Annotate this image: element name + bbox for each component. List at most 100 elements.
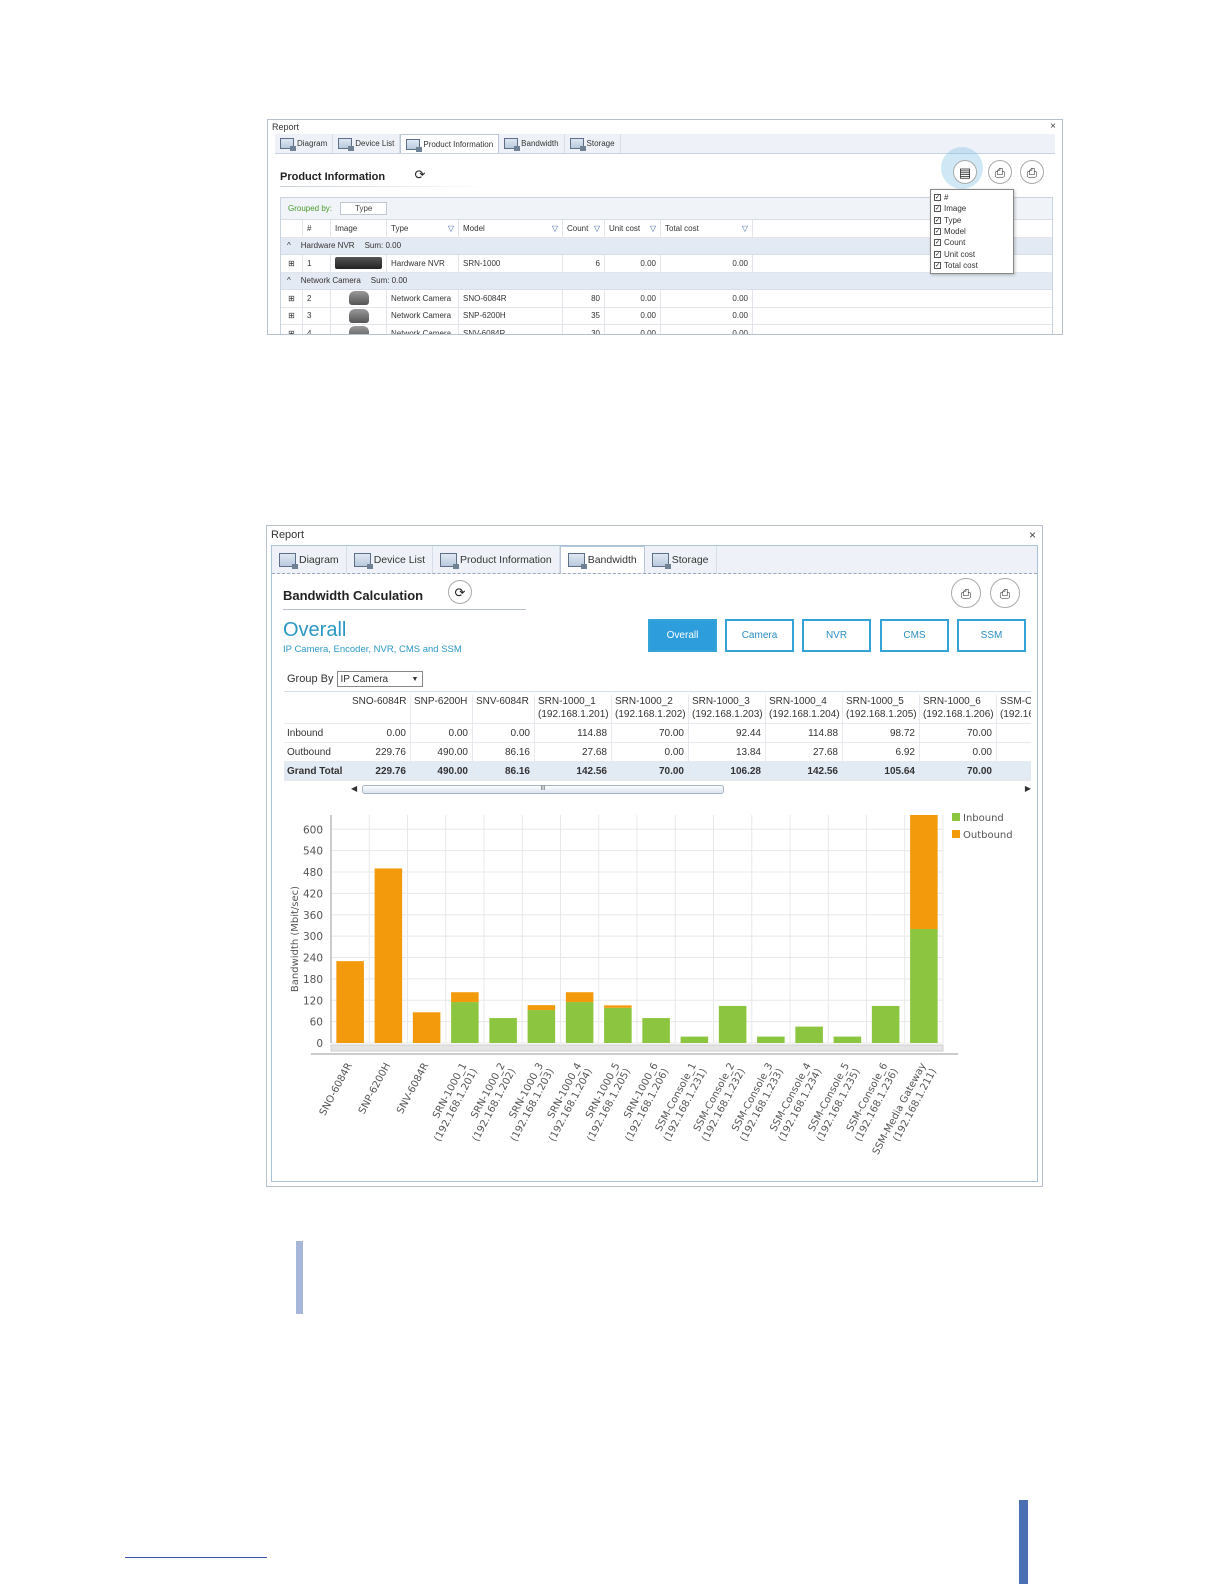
tab-label: Diagram <box>299 553 339 566</box>
refresh-button[interactable]: ⟳ <box>408 162 432 186</box>
tab-device-list[interactable]: Device List <box>333 134 401 153</box>
tab-bandwidth[interactable]: Bandwidth <box>559 546 645 573</box>
tab-label: Bandwidth <box>521 139 559 148</box>
checkbox-checked-icon[interactable]: ✓ <box>934 216 941 224</box>
tab-icon <box>338 138 355 151</box>
column-header[interactable]: Unit cost ▽ <box>605 220 661 237</box>
checkbox-checked-icon[interactable]: ✓ <box>934 261 941 269</box>
tab-device-list[interactable]: Device List <box>347 546 434 573</box>
filter-icon[interactable]: ▽ <box>448 224 454 233</box>
scroll-right-icon[interactable]: ▶ <box>1025 784 1031 793</box>
column-header[interactable]: # <box>303 220 331 237</box>
column-header[interactable]: SRN-1000_2 (192.168.1.202) <box>612 695 689 723</box>
filter-icon[interactable]: ▽ <box>552 224 558 233</box>
print-button[interactable]: ⎙ <box>990 578 1020 608</box>
checkbox-checked-icon[interactable]: ✓ <box>934 250 941 258</box>
refresh-button[interactable]: ⟳ <box>448 580 472 604</box>
filter-icon[interactable]: ▽ <box>650 224 656 233</box>
row-expander[interactable]: ⊞ <box>281 325 303 334</box>
row-image <box>331 307 387 324</box>
column-header[interactable]: SRN-1000_3 (192.168.1.203) <box>689 695 766 723</box>
column-header[interactable]: SRN-1000_5 (192.168.1.205) <box>843 695 920 723</box>
expand-icon[interactable]: ⊞ <box>288 311 295 320</box>
table-row[interactable]: ⊞ 2 Network Camera SNO-6084R 80 0.00 0.00 <box>281 290 1052 308</box>
column-header[interactable]: SRN-1000_1 (192.168.1.201) <box>535 695 612 723</box>
tab-storage[interactable]: Storage <box>645 546 717 573</box>
column-chooser-label: Type <box>944 215 962 225</box>
column-header[interactable]: SRN-1000_6 (192.168.1.206) <box>920 695 997 723</box>
export-button[interactable]: ⎙ <box>951 578 981 608</box>
checkbox-checked-icon[interactable]: ✓ <box>934 239 941 247</box>
scroll-left-icon[interactable]: ◀ <box>351 784 357 793</box>
filter-icon[interactable]: ▽ <box>594 224 600 233</box>
scroll-thumb[interactable]: III <box>362 785 724 794</box>
column-header[interactable]: SNV-6084R <box>473 695 535 723</box>
column-header[interactable]: SSM-Co (192.16 <box>997 695 1031 723</box>
row-expander[interactable]: ⊞ <box>281 255 303 272</box>
row-number-value: 1 <box>307 258 312 268</box>
column-header[interactable]: SNP-6200H <box>411 695 473 723</box>
column-header[interactable]: SRN-1000_4 (192.168.1.204) <box>766 695 843 723</box>
bar-inbound <box>833 1036 862 1043</box>
tab-bandwidth[interactable]: Bandwidth <box>499 134 565 153</box>
row-expander[interactable]: ⊞ <box>281 307 303 324</box>
filter-icon[interactable]: ▽ <box>742 224 748 233</box>
tab-icon <box>504 138 521 151</box>
tab-icon <box>406 138 423 152</box>
table-row[interactable]: ⊞ 3 Network Camera SNP-6200H 35 0.00 0.00 <box>281 307 1052 325</box>
column-chooser-item[interactable]: ✓ Model <box>934 226 1010 237</box>
checkbox-checked-icon[interactable]: ✓ <box>934 194 941 202</box>
column-header[interactable]: Model ▽ <box>459 220 563 237</box>
group-row[interactable]: ^ Network Camera Sum: 0.00 <box>281 272 1052 290</box>
column-header[interactable]: Image <box>331 220 387 237</box>
checkbox-checked-icon[interactable]: ✓ <box>934 205 941 213</box>
column-chooser-item[interactable]: ✓ Unit cost <box>934 248 1010 259</box>
filter-camera-button[interactable]: Camera <box>725 619 794 652</box>
column-chooser-item[interactable]: ✓ # <box>934 192 1010 203</box>
tab-diagram[interactable]: Diagram <box>275 134 334 153</box>
chart-scrollbar[interactable] <box>330 1044 944 1052</box>
tab-diagram[interactable]: Diagram <box>272 546 347 573</box>
export-button[interactable]: ⎙ <box>988 160 1012 184</box>
page-title: Bandwidth Calculation <box>283 588 424 603</box>
tab-storage[interactable]: Storage <box>565 134 621 153</box>
column-chooser-item[interactable]: ✓ Count <box>934 237 1010 248</box>
collapse-icon[interactable]: ^ <box>287 241 291 250</box>
close-icon[interactable]: × <box>1029 526 1036 544</box>
filter-overall-button[interactable]: Overall <box>648 619 717 652</box>
product-information-report-window: Report × Diagram Device List Product Infor… <box>267 119 1063 335</box>
collapse-icon[interactable]: ^ <box>287 276 291 285</box>
cell-value: 0.00 <box>640 258 656 268</box>
column-chooser-item[interactable]: ✓ Total cost <box>934 260 1010 271</box>
horizontal-scrollbar[interactable]: ◀ III ▶ <box>351 783 1031 796</box>
filter-cms-button[interactable]: CMS <box>880 619 949 652</box>
print-button[interactable]: ⎙ <box>1020 160 1044 184</box>
row-expander[interactable]: ⊞ <box>281 290 303 307</box>
tab-product-information[interactable]: Product Information <box>433 546 560 573</box>
group-by-select[interactable]: IP Camera ▼ <box>337 671 424 687</box>
cell-value: 0.00 <box>640 311 656 321</box>
cell-value: Network Camera <box>391 328 452 335</box>
column-header[interactable]: SNO-6084R <box>349 695 411 723</box>
expand-icon[interactable]: ⊞ <box>288 294 295 303</box>
filter-nvr-button[interactable]: NVR <box>802 619 871 652</box>
checkbox-checked-icon[interactable]: ✓ <box>934 228 941 236</box>
expand-icon[interactable]: ⊞ <box>288 329 295 334</box>
device-ip: (192.168.1.202) <box>615 709 686 720</box>
filter-ssm-button[interactable]: SSM <box>957 619 1026 652</box>
column-chooser-button[interactable]: ▤ <box>953 160 977 184</box>
column-header-label: Type <box>391 223 409 233</box>
close-icon[interactable]: × <box>1050 120 1056 134</box>
bar-inbound <box>910 929 938 1043</box>
tab-product-information[interactable]: Product Information <box>400 134 500 153</box>
column-chooser-item[interactable]: ✓ Image <box>934 203 1010 214</box>
column-chooser-item[interactable]: ✓ Type <box>934 215 1010 226</box>
expand-icon[interactable]: ⊞ <box>288 259 295 268</box>
column-header[interactable]: Total cost ▽ <box>661 220 753 237</box>
column-header[interactable]: Count ▽ <box>563 220 605 237</box>
group-chip-type[interactable]: Type <box>340 202 388 215</box>
cell-value: SRN-1000 <box>463 258 501 268</box>
x-tick-line: SNO-6084R <box>318 1061 355 1117</box>
column-header[interactable]: Type ▽ <box>387 220 459 237</box>
table-row[interactable]: ⊞ 4 Network Camera SNV-6084R 30 0.00 0.00 <box>281 325 1052 335</box>
